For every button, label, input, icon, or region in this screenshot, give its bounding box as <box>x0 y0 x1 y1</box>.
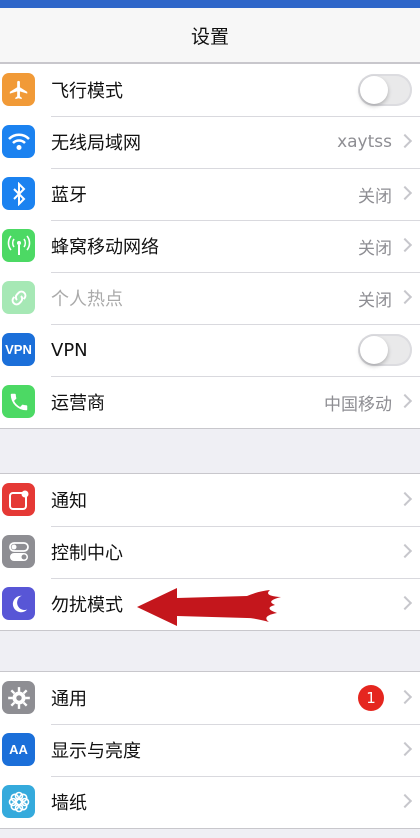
chevron-right-icon <box>397 237 413 253</box>
chevron-right-icon <box>397 689 413 705</box>
row-value: 关闭 <box>358 186 392 207</box>
row-label: VPN <box>51 339 88 361</box>
red-arrow-annotation <box>137 588 281 626</box>
row-label: 无线局域网 <box>51 133 141 154</box>
bluetooth-icon <box>2 177 35 210</box>
toggle-switch[interactable] <box>358 74 412 106</box>
connectivity-group: 飞行模式 无线局域网 xaytss 蓝牙 关闭 蜂窝移动网络 关闭 个人热点 关闭 VPN VPN 运… <box>0 63 420 429</box>
row-label: 蜂窝移动网络 <box>51 237 159 258</box>
settings-row-notifications[interactable]: 通知 <box>0 474 420 526</box>
settings-row-phone[interactable]: 运营商 中国移动 <box>0 376 420 428</box>
settings-row-display[interactable]: AA 显示与亮度 <box>0 724 420 776</box>
vpn-icon: VPN <box>2 333 35 366</box>
chevron-right-icon <box>397 133 413 149</box>
row-label: 飞行模式 <box>51 81 123 102</box>
display-icon-text: AA <box>9 742 28 757</box>
wallpaper-icon <box>2 785 35 818</box>
gear-icon <box>2 681 35 714</box>
settings-row-control-center[interactable]: 控制中心 <box>0 526 420 578</box>
moon-icon <box>2 587 35 620</box>
row-value: 中国移动 <box>324 394 392 415</box>
settings-row-wallpaper[interactable]: 墙纸 <box>0 776 420 828</box>
chevron-right-icon <box>397 393 413 409</box>
toggle-knob <box>360 336 388 364</box>
row-value: 关闭 <box>358 290 392 311</box>
settings-row-vpn[interactable]: VPN VPN <box>0 324 420 376</box>
vpn-icon-text: VPN <box>5 342 32 357</box>
chevron-right-icon <box>397 185 413 201</box>
row-label: 个人热点 <box>51 289 123 310</box>
chevron-right-icon <box>397 793 413 809</box>
wifi-icon <box>2 125 35 158</box>
airplane-icon <box>2 73 35 106</box>
row-label: 控制中心 <box>51 543 123 564</box>
chevron-right-icon <box>397 491 413 507</box>
cellular-icon <box>2 229 35 262</box>
display-icon: AA <box>2 733 35 766</box>
settings-row-cellular[interactable]: 蜂窝移动网络 关闭 <box>0 220 420 272</box>
settings-row-airplane[interactable]: 飞行模式 <box>0 64 420 116</box>
settings-row-hotspot[interactable]: 个人热点 关闭 <box>0 272 420 324</box>
row-label: 通用 <box>51 689 87 710</box>
row-label: 勿扰模式 <box>51 595 123 616</box>
control-center-icon <box>2 535 35 568</box>
navigation-bar: 设置 <box>0 8 420 63</box>
phone-icon <box>2 385 35 418</box>
row-label: 通知 <box>51 491 87 512</box>
row-label: 运营商 <box>51 393 105 414</box>
settings-row-bluetooth[interactable]: 蓝牙 关闭 <box>0 168 420 220</box>
notification-badge: 1 <box>358 685 384 711</box>
row-value: xaytss <box>337 132 392 152</box>
settings-row-wifi[interactable]: 无线局域网 xaytss <box>0 116 420 168</box>
settings-row-gear[interactable]: 通用 1 <box>0 672 420 724</box>
status-bar <box>0 0 420 8</box>
chevron-right-icon <box>397 543 413 559</box>
toggle-knob <box>360 76 388 104</box>
toggle-switch[interactable] <box>358 334 412 366</box>
chevron-right-icon <box>397 595 413 611</box>
hotspot-icon <box>2 281 35 314</box>
page-title: 设置 <box>190 25 229 48</box>
row-value: 关闭 <box>358 238 392 259</box>
general-group: 通用 1 AA 显示与亮度墙纸 <box>0 671 420 829</box>
chevron-right-icon <box>397 741 413 757</box>
notifications-icon <box>2 483 35 516</box>
row-label: 蓝牙 <box>51 185 87 206</box>
row-label: 显示与亮度 <box>51 741 141 762</box>
row-label: 墙纸 <box>51 793 87 814</box>
chevron-right-icon <box>397 289 413 305</box>
